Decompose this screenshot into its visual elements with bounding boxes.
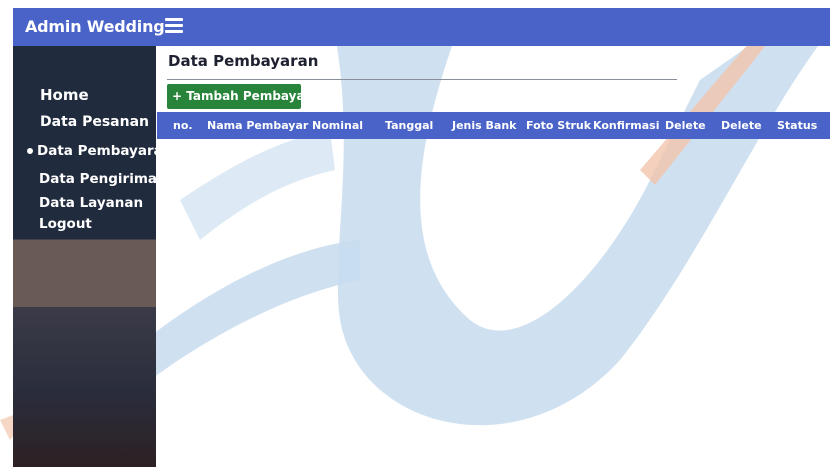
sidebar-item-logout[interactable]: Logout <box>39 216 92 232</box>
sidebar-item-data-layanan[interactable]: Data Layanan <box>39 195 143 211</box>
hamburger-icon[interactable] <box>165 18 183 36</box>
column-header-foto-struk: Foto Struk <box>526 119 592 132</box>
add-payment-button[interactable]: + Tambah Pembayaran <box>167 84 327 109</box>
column-header-nama-pembayar: Nama Pembayar <box>207 119 309 132</box>
column-header-delete-2: Delete <box>721 119 762 132</box>
column-header-status: Status <box>777 119 818 132</box>
column-header-konfirmasi: Konfirmasi <box>593 119 660 132</box>
sidebar: Home Data Pesanan Data Pembayaran Data P… <box>13 46 172 467</box>
active-bullet-icon <box>27 148 33 154</box>
table-header: no. Nama Pembayar Nominal Tanggal Jenis … <box>157 112 830 139</box>
sidebar-item-data-pesanan[interactable]: Data Pesanan <box>40 114 149 130</box>
page-title: Data Pembayaran <box>168 52 319 70</box>
sidebar-item-data-pengiriman[interactable]: Data Pengiriman <box>39 171 167 187</box>
column-header-no: no. <box>173 119 193 132</box>
column-header-jenis-bank: Jenis Bank <box>452 119 517 132</box>
top-navbar: Admin Wedding <box>13 8 830 46</box>
sidebar-item-label: Data Pembayaran <box>37 143 173 159</box>
column-header-nominal: Nominal <box>312 119 364 132</box>
column-header-tanggal: Tanggal <box>385 119 434 132</box>
sidebar-item-data-pembayaran[interactable]: Data Pembayaran <box>27 143 172 159</box>
sidebar-item-home[interactable]: Home <box>40 86 89 104</box>
column-header-delete: Delete <box>665 119 706 132</box>
title-divider <box>167 79 677 80</box>
app-title[interactable]: Admin Wedding <box>25 17 165 36</box>
